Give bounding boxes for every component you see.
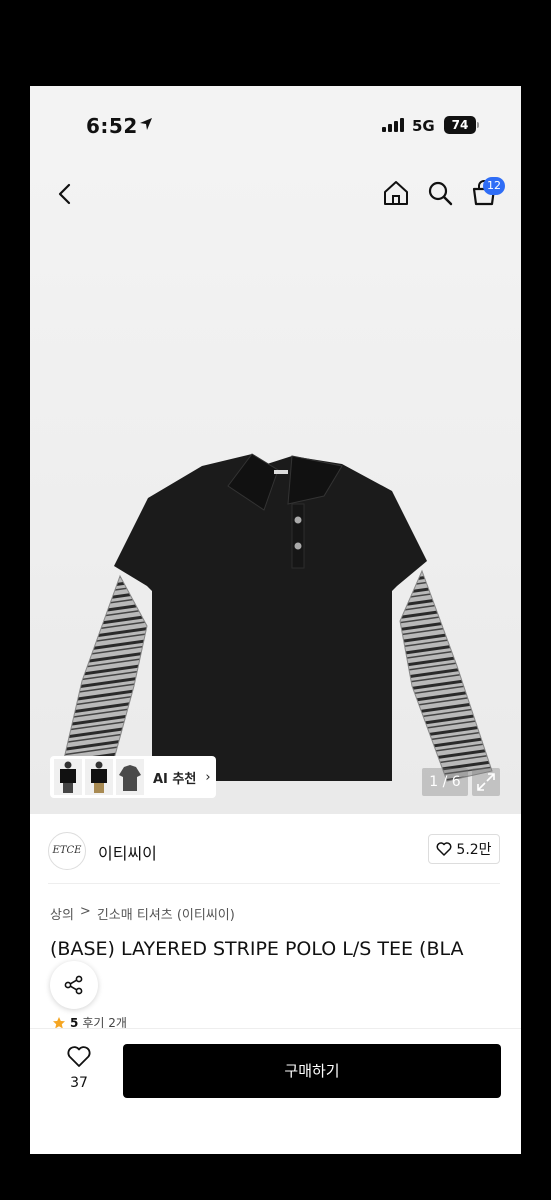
phone-screen: 6:52 5G 74 12 AI 추천 › 1 / 6 ETCE 이티씨이 5.…: [30, 86, 521, 1154]
signal-icon: [382, 118, 404, 132]
battery-cap: [477, 122, 479, 128]
breadcrumb-subcategory[interactable]: 긴소매 티셔츠 (이티씨이): [97, 904, 235, 923]
bottom-action-bar: 37 구매하기: [30, 1028, 521, 1154]
heart-icon: [436, 842, 452, 856]
breadcrumb-category[interactable]: 상의: [50, 904, 74, 923]
back-icon[interactable]: [52, 180, 80, 208]
network-label: 5G: [412, 117, 435, 135]
thumbnail-strip[interactable]: AI 추천 ›: [50, 756, 216, 798]
buy-button[interactable]: 구매하기: [123, 1044, 501, 1098]
home-icon[interactable]: [381, 178, 411, 208]
seller-like-button[interactable]: 5.2만: [428, 834, 500, 864]
location-arrow-icon: [140, 118, 152, 130]
share-button[interactable]: [50, 961, 98, 1009]
thumbnail-1[interactable]: [54, 759, 82, 795]
chevron-right-icon[interactable]: ›: [205, 770, 210, 785]
thumbnail-shirt: [119, 765, 141, 791]
battery-icon: 74: [444, 116, 476, 134]
wishlist-button[interactable]: 37: [64, 1045, 94, 1091]
breadcrumb-separator: >: [79, 904, 91, 919]
divider: [48, 883, 500, 884]
status-bar: 6:52 5G 74: [30, 86, 521, 164]
thumbnail-2[interactable]: [85, 759, 113, 795]
product-gallery[interactable]: 12 AI 추천 › 1 / 6: [30, 164, 521, 814]
wishlist-count: 37: [70, 1075, 88, 1091]
product-title: (BASE) LAYERED STRIPE POLO L/S TEE (BLA: [50, 938, 464, 960]
seller-like-count: 5.2만: [456, 842, 492, 858]
seller-name[interactable]: 이티씨이: [98, 840, 157, 864]
share-icon: [64, 975, 83, 995]
thumbnail-model-2: [91, 761, 107, 793]
breadcrumb: 상의 > 긴소매 티셔츠 (이티씨이): [50, 904, 235, 923]
status-time: 6:52: [86, 114, 138, 138]
thumbnail-model-1: [60, 761, 76, 793]
expand-icon[interactable]: [472, 768, 500, 796]
heart-icon: [67, 1046, 91, 1067]
cart-count-badge: 12: [483, 177, 505, 195]
thumbnail-3[interactable]: [116, 759, 144, 795]
page-indicator: 1 / 6: [422, 768, 468, 796]
product-image: [59, 453, 493, 782]
search-icon[interactable]: [425, 178, 455, 208]
ai-recommend-label[interactable]: AI 추천: [153, 768, 196, 787]
seller-logo[interactable]: ETCE: [48, 832, 86, 870]
